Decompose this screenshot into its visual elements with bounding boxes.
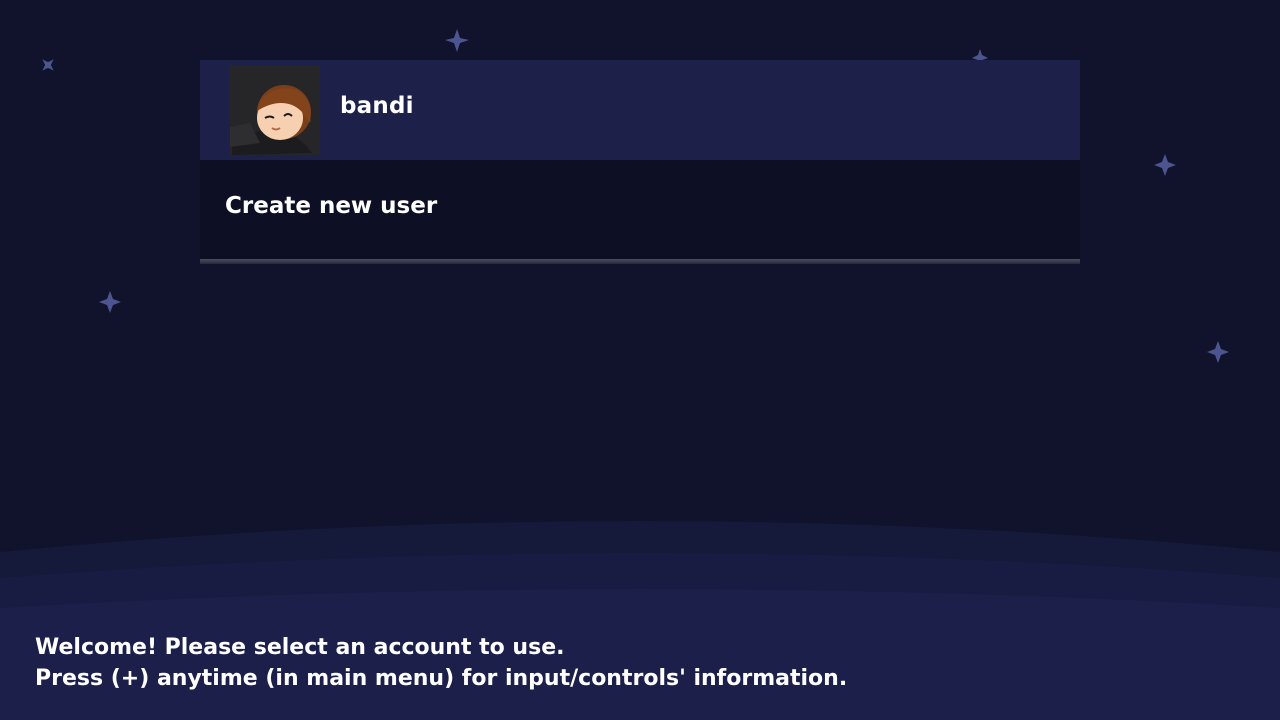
account-select-screen: bandi Create new user Welcome! Please se… — [0, 0, 1280, 720]
sparkle-star-icon — [99, 291, 121, 313]
avatar — [230, 65, 320, 155]
welcome-message: Welcome! Please select an account to use… — [35, 632, 1255, 694]
create-new-user-button[interactable]: Create new user — [200, 160, 1080, 260]
panel-divider — [200, 259, 1080, 264]
user-name: bandi — [340, 93, 414, 119]
sparkle-star-icon — [1154, 154, 1176, 176]
user-row-bandi[interactable]: bandi — [200, 60, 1080, 160]
create-new-user-label: Create new user — [225, 193, 438, 219]
sparkle-star-icon — [445, 29, 469, 52]
sparkle-star-icon — [42, 59, 54, 71]
controls-hint-line: Press (+) anytime (in main menu) for inp… — [35, 666, 848, 691]
welcome-line: Welcome! Please select an account to use… — [35, 635, 565, 660]
account-list: bandi Create new user — [200, 60, 1080, 260]
sparkle-star-icon — [1207, 341, 1229, 363]
mii-avatar-icon — [230, 65, 320, 155]
